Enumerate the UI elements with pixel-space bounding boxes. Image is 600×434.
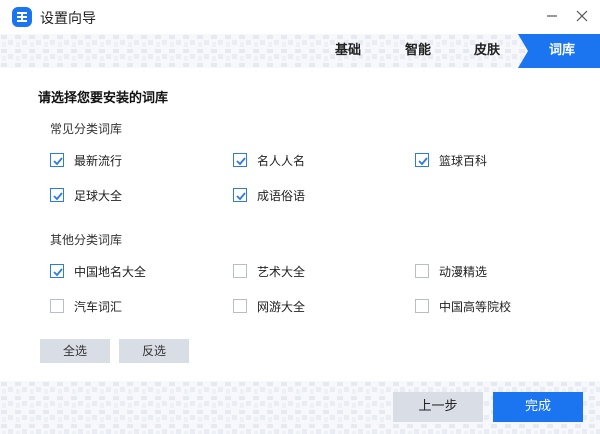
step-basic: 基础 (334, 43, 361, 58)
checkbox-label: 中国高等院校 (439, 299, 512, 314)
checkbox-label: 中国地名大全 (74, 264, 147, 279)
step-smart: 智能 (404, 43, 431, 58)
checkbox-label: 汽车词汇 (74, 299, 123, 314)
checkbox-box[interactable] (415, 299, 429, 313)
checkbox-latest-popular[interactable]: 最新流行 (50, 151, 122, 169)
checkbox-label: 足球大全 (74, 188, 123, 203)
finish-button[interactable]: 完成 (493, 392, 583, 422)
checkbox-art[interactable]: 艺术大全 (233, 262, 305, 280)
minimize-icon[interactable] (542, 6, 562, 26)
step-dictionary-label: 词库 (548, 43, 575, 58)
group-title-other: 其他分类词库 (50, 233, 123, 247)
checkbox-box[interactable] (50, 264, 64, 278)
section-title: 请选择您要安装的词库 (38, 91, 169, 106)
checkbox-anime[interactable]: 动漫精选 (415, 262, 487, 280)
checkbox-label: 名人人名 (257, 153, 306, 168)
checkbox-china-places[interactable]: 中国地名大全 (50, 262, 146, 280)
app-logo-icon (12, 7, 32, 27)
step-skin: 皮肤 (473, 43, 500, 58)
checkbox-box[interactable] (50, 188, 64, 202)
checkbox-box[interactable] (415, 264, 429, 278)
steps-bar: 基础 智能 皮肤 词库 (0, 34, 600, 68)
checkbox-online-games[interactable]: 网游大全 (233, 297, 305, 315)
checkbox-label: 成语俗语 (257, 188, 306, 203)
group-title-common: 常见分类词库 (50, 122, 123, 136)
checkbox-box[interactable] (233, 264, 247, 278)
checkbox-cars[interactable]: 汽车词汇 (50, 297, 122, 315)
checkbox-basketball[interactable]: 篮球百科 (415, 151, 487, 169)
checkbox-universities[interactable]: 中国高等院校 (415, 297, 511, 315)
previous-step-button[interactable]: 上一步 (393, 392, 483, 422)
invert-selection-button[interactable]: 反选 (119, 339, 189, 363)
window-title: 设置向导 (40, 11, 96, 27)
close-icon[interactable] (572, 6, 592, 26)
checkbox-box[interactable] (233, 153, 247, 167)
select-all-button[interactable]: 全选 (40, 339, 110, 363)
checkbox-idioms[interactable]: 成语俗语 (233, 186, 305, 204)
checkbox-label: 艺术大全 (257, 264, 306, 279)
step-dictionary-active: 词库 (518, 34, 600, 68)
checkbox-box[interactable] (50, 299, 64, 313)
checkbox-label: 篮球百科 (439, 153, 488, 168)
title-bar: 设置向导 (0, 0, 600, 34)
checkbox-football[interactable]: 足球大全 (50, 186, 122, 204)
checkbox-box[interactable] (233, 188, 247, 202)
checkbox-box[interactable] (233, 299, 247, 313)
checkbox-celebrity-names[interactable]: 名人人名 (233, 151, 305, 169)
checkbox-label: 最新流行 (74, 153, 123, 168)
checkbox-box[interactable] (415, 153, 429, 167)
checkbox-label: 网游大全 (257, 299, 306, 314)
checkbox-label: 动漫精选 (439, 264, 488, 279)
checkbox-box[interactable] (50, 153, 64, 167)
